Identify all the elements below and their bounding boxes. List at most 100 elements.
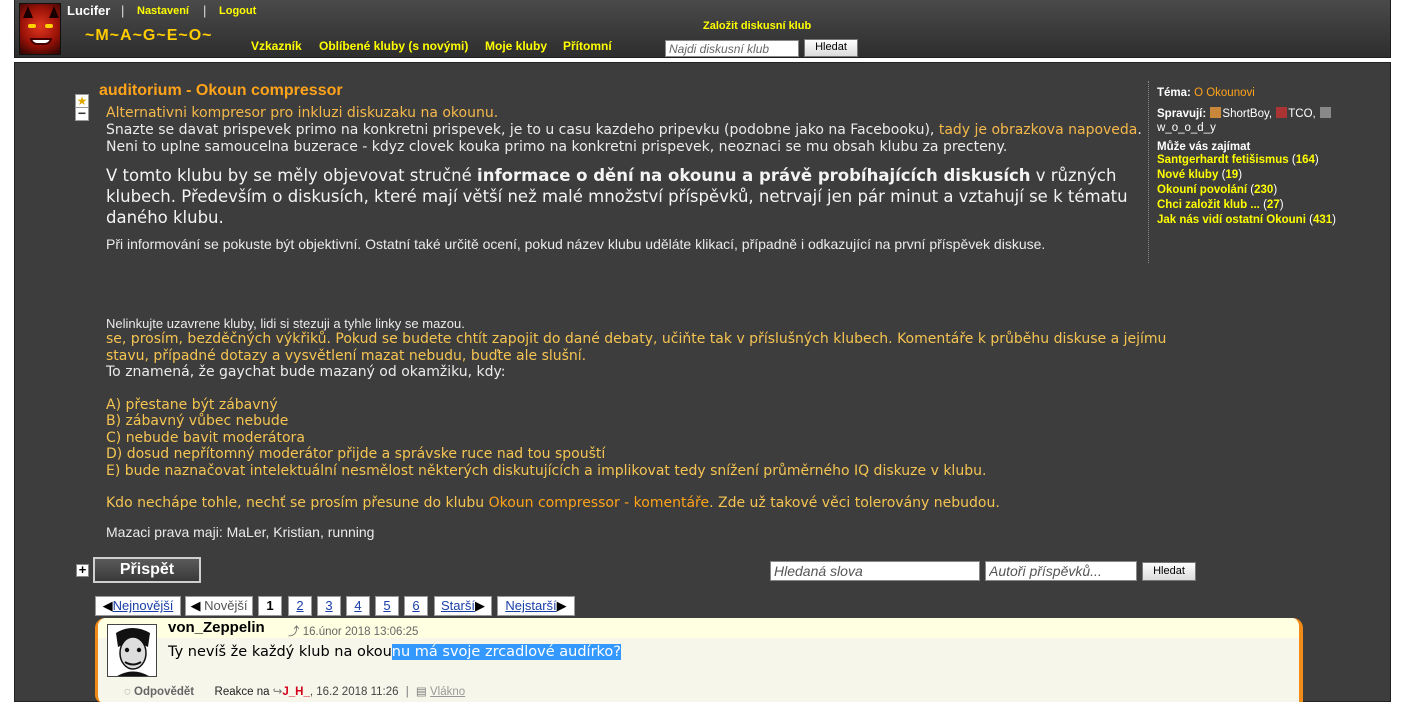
pager-page-2[interactable]: 2 xyxy=(288,596,312,616)
pager-newer-label: Novější xyxy=(204,598,248,613)
interest-count: 431 xyxy=(1312,214,1333,226)
interest-count: 230 xyxy=(1254,184,1274,196)
mouth-shape xyxy=(30,38,52,45)
author-avatar[interactable] xyxy=(107,624,157,677)
post-author[interactable]: von_Zeppelin xyxy=(168,619,265,636)
admin-tco[interactable]: TCO, xyxy=(1288,108,1315,120)
separator: | xyxy=(203,3,207,18)
horn-shape xyxy=(23,6,33,18)
collapse-minus-icon[interactable]: − xyxy=(75,106,89,121)
pager-oldest[interactable]: Nejstarší▶ xyxy=(497,596,575,616)
pager-page-1: 1 xyxy=(258,596,282,616)
horn-shape xyxy=(49,6,59,18)
help-image-link[interactable]: tady je obrazkova napoveda xyxy=(939,122,1138,138)
admin-woody[interactable]: w_o_o_d_y xyxy=(1157,122,1216,134)
pager-older[interactable]: Starší▶ xyxy=(434,596,492,616)
reply-link[interactable]: Odpovědět xyxy=(134,686,194,698)
reply-icon: ◌ xyxy=(124,686,131,698)
moderators-note: Mazaci prava maji: MaLer, Kristian, runn… xyxy=(106,523,375,540)
pager-newest[interactable]: ◀Nejnovější xyxy=(95,596,181,616)
admin-shortboy[interactable]: ShortBoy, xyxy=(1222,108,1272,120)
nav-vzkaznik[interactable]: Vzkazník xyxy=(251,39,302,53)
eye-shape xyxy=(28,24,36,28)
post-time[interactable]: ⤴ 16.únor 2018 13:06:25 xyxy=(288,623,418,639)
purpose-bold: informace o dění na okounu a právě probí… xyxy=(477,166,1031,185)
post-text: Ty nevíš že každý klub na okounu má svoj… xyxy=(168,644,621,660)
interest-name[interactable]: Okouní povolání xyxy=(1157,184,1247,196)
eye-shape xyxy=(45,24,53,28)
club-search-button[interactable]: Hledat xyxy=(804,39,858,57)
post-text-selected: nu má svoje zrcadlové audírko? xyxy=(391,644,621,660)
interest-name[interactable]: Santgerhardt fetišismus xyxy=(1157,154,1289,166)
first-arrow-icon: ◀ xyxy=(102,598,113,613)
next-arrow-icon: ▶ xyxy=(474,598,485,613)
interest-count: 27 xyxy=(1266,199,1280,211)
post-header xyxy=(98,618,1299,638)
rule-d: D) dosud nepřítomný moderátor přijde a s… xyxy=(106,446,606,462)
settings-link[interactable]: Nastavení xyxy=(137,5,189,17)
interest-item[interactable]: Nové kluby (19) xyxy=(1157,168,1358,183)
club-description: Alternativni kompresor pro inkluzi disku… xyxy=(106,105,1156,253)
rule-a: A) přestane být zábavný xyxy=(106,396,278,413)
post-footer: ◌ Odpovědět Reakce na ↪J_H_, 16.2 2018 1… xyxy=(124,684,465,698)
objectivity-note: Při informování se pokuste být objektivn… xyxy=(106,236,1046,252)
reaction-user-link[interactable]: J_H_ xyxy=(282,686,310,698)
post-search-button[interactable]: Hledat xyxy=(1142,562,1196,581)
separator: | xyxy=(121,3,125,18)
top-bar: Lucifer | Nastavení | Logout ~M~A~G~E~O~… xyxy=(14,0,1391,58)
move-note: Kdo nechápe tohle, nechť se prosím přesu… xyxy=(106,495,1196,512)
thread-link[interactable]: Vlákno xyxy=(430,686,465,698)
club-rules: Nelinkujte uzavrene kluby, lidi si stezu… xyxy=(106,308,1196,540)
club-purpose: V tomto klubu by se měly objevovat struč… xyxy=(106,165,1156,228)
devil-logo-icon[interactable] xyxy=(19,3,61,55)
club-search-input[interactable] xyxy=(665,40,799,57)
reaction-label: Reakce na xyxy=(214,686,270,698)
expand-plus-icon[interactable]: + xyxy=(76,563,89,577)
club-panel: ★ − auditorium - Okoun compressor Altern… xyxy=(14,62,1391,702)
contribute-button[interactable]: Přispět xyxy=(93,557,201,583)
pager-page-4[interactable]: 4 xyxy=(346,596,370,616)
nav-favorite-clubs[interactable]: Oblíbené kluby (s novými) xyxy=(319,39,468,53)
last-arrow-icon: ▶ xyxy=(556,598,567,613)
interest-name[interactable]: Jak nás vidí ostatní Okouni xyxy=(1157,214,1306,226)
move-note-part: Kdo nechápe tohle, nechť se prosím přesu… xyxy=(106,495,489,511)
rules-intro: To znamená, že gaychat bude mazaný od ok… xyxy=(106,364,506,380)
pager-page-6[interactable]: 6 xyxy=(404,596,428,616)
rule-e: E) bude naznačovat intelektuální nesmělo… xyxy=(106,462,987,479)
interest-count: 19 xyxy=(1225,169,1239,181)
club-title[interactable]: auditorium - Okoun compressor xyxy=(99,82,343,100)
create-club-link[interactable]: Založit diskusní klub xyxy=(703,20,811,32)
pager-page-5[interactable]: 5 xyxy=(375,596,399,616)
reaction-time: , 16.2 2018 11:26 xyxy=(309,686,399,698)
nav-my-clubs[interactable]: Moje kluby xyxy=(485,39,547,53)
username[interactable]: Lucifer xyxy=(67,3,110,18)
logout-link[interactable]: Logout xyxy=(219,5,256,17)
interest-item[interactable]: Chci založit klub ... (27) xyxy=(1157,198,1358,213)
interest-list: Santgerhardt fetišismus (164) Nové kluby… xyxy=(1157,153,1358,228)
admins-label: Spravují: xyxy=(1157,108,1207,120)
club-info-sidebar: Téma: O Okounovi Spravují: ShortBoy, TCO… xyxy=(1148,81,1358,263)
separator: | xyxy=(405,686,409,698)
pager-newest-label: Nejnovější xyxy=(112,598,174,613)
no-link-note: Nelinkujte uzavrene kluby, lidi si stezu… xyxy=(106,316,465,331)
interest-item[interactable]: Santgerhardt fetišismus (164) xyxy=(1157,153,1358,168)
interest-item[interactable]: Jak nás vidí ostatní Okouni (431) xyxy=(1157,213,1358,228)
site-slogan[interactable]: ~M~A~G~E~O~ xyxy=(85,27,213,45)
move-note-part: . Zde už takové věci tolerovány nebudou. xyxy=(709,495,1000,511)
topic-link[interactable]: O Okounovi xyxy=(1194,87,1255,99)
post-item: von_Zeppelin ⤴ 16.únor 2018 13:06:25 Ty … xyxy=(95,618,1303,702)
nav-present[interactable]: Přítomní xyxy=(563,39,612,53)
link-icon: ⤴ xyxy=(288,626,300,638)
interest-name[interactable]: Nové kluby xyxy=(1157,169,1218,181)
thread-icon: ▤ xyxy=(415,686,427,698)
interest-name[interactable]: Chci založit klub ... xyxy=(1157,199,1260,211)
comments-club-link[interactable]: Okoun compressor - komentáře xyxy=(489,495,710,511)
authors-search-input[interactable] xyxy=(985,561,1137,581)
interest-item[interactable]: Okouní povolání (230) xyxy=(1157,183,1358,198)
reaction-arrow-icon: ↪ xyxy=(272,686,283,698)
post-text-plain: Ty nevíš že každý klub na okou xyxy=(168,644,392,660)
post-time-label: 16.únor 2018 13:06:25 xyxy=(302,626,419,638)
words-search-input[interactable] xyxy=(770,561,980,581)
admins-row: Spravují: ShortBoy, TCO, w_o_o_d_y xyxy=(1157,107,1358,135)
pager-page-3[interactable]: 3 xyxy=(317,596,341,616)
